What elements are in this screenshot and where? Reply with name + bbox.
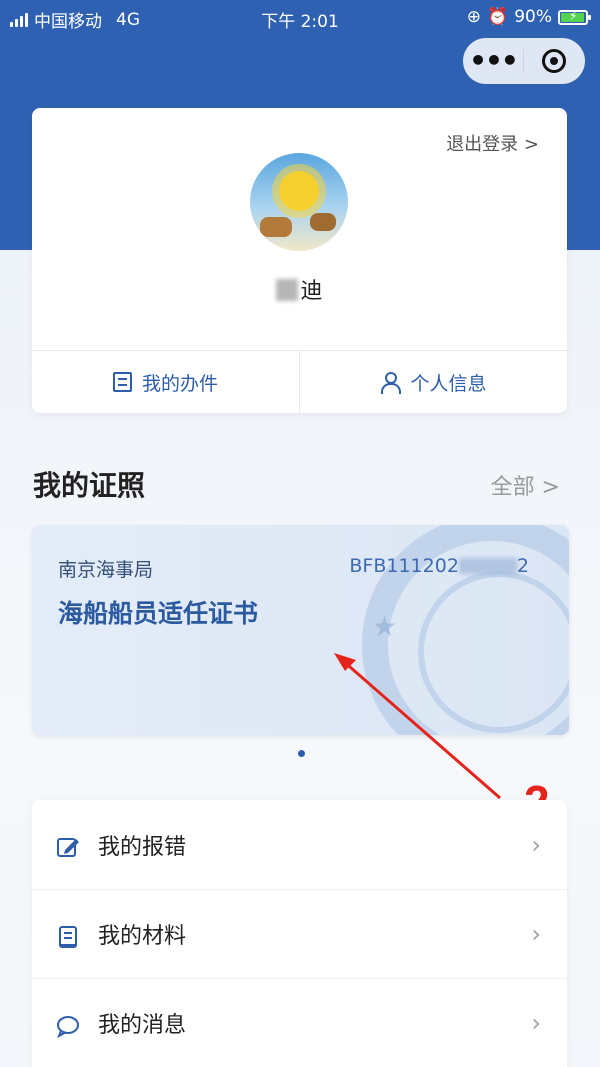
personal-info-label: 个人信息 bbox=[410, 372, 487, 395]
close-miniprogram-button[interactable] bbox=[524, 49, 584, 73]
chevron-right-icon: › bbox=[531, 920, 541, 948]
book-icon bbox=[59, 926, 77, 948]
my-cases-label: 我的办件 bbox=[141, 372, 218, 395]
personal-info-button[interactable]: 个人信息 bbox=[299, 351, 567, 413]
more-menu-button[interactable]: ••• bbox=[463, 41, 523, 81]
menu-item-my-materials[interactable]: 我的材料 › bbox=[32, 889, 567, 978]
star-icon: ★ bbox=[372, 610, 398, 643]
miniprogram-capsule: ••• bbox=[463, 38, 585, 84]
license-number-tail: 2 bbox=[516, 555, 529, 577]
battery-percent: 90% bbox=[514, 7, 552, 27]
license-issuer: 南京海事局 bbox=[58, 559, 154, 581]
carousel-dot bbox=[298, 750, 305, 757]
chevron-right-icon: › bbox=[531, 1009, 541, 1037]
avatar[interactable] bbox=[250, 153, 348, 251]
orientation-lock-icon: ⊕ bbox=[466, 7, 482, 27]
profile-card: 退出登录 > 迪 我的办件 个人信息 bbox=[32, 108, 567, 413]
logout-link[interactable]: 退出登录 > bbox=[446, 130, 539, 156]
license-name: 海船船员适任证书 bbox=[58, 599, 259, 628]
status-bar: 中国移动 4G 下午 2:01 ⊕ ⏰ 90% ⚡ bbox=[0, 0, 600, 34]
menu-label: 我的材料 bbox=[98, 924, 187, 949]
view-all-link[interactable]: 全部 > bbox=[491, 469, 560, 501]
username-redaction bbox=[276, 279, 299, 301]
status-right: ⊕ ⏰ 90% ⚡ bbox=[466, 7, 591, 27]
chevron-right-icon: › bbox=[531, 830, 541, 859]
edit-icon bbox=[57, 838, 79, 857]
my-cases-button[interactable]: 我的办件 bbox=[32, 351, 299, 413]
menu-label: 我的报错 bbox=[98, 834, 187, 860]
license-number-prefix: BFB111202 bbox=[349, 555, 459, 577]
username: 迪 bbox=[32, 273, 567, 305]
license-card[interactable]: ★ 南京海事局 BFB111202 2 海船船员适任证书 bbox=[32, 525, 569, 735]
menu-label: 我的消息 bbox=[98, 1013, 187, 1038]
username-text: 迪 bbox=[300, 279, 323, 304]
chat-icon bbox=[57, 1016, 79, 1038]
section-title-licenses: 我的证照 bbox=[33, 469, 146, 502]
menu-item-my-error-reports[interactable]: 我的报错 › bbox=[32, 800, 567, 889]
battery-icon: ⚡ bbox=[558, 9, 591, 25]
target-icon bbox=[542, 49, 566, 73]
license-number: BFB111202 2 bbox=[349, 555, 529, 577]
alarm-icon: ⏰ bbox=[487, 7, 509, 27]
menu-item-my-messages[interactable]: 我的消息 › bbox=[32, 978, 567, 1067]
user-icon bbox=[380, 372, 402, 394]
license-number-redaction bbox=[458, 558, 517, 574]
menu-list: 我的报错 › 我的材料 › 我的消息 › bbox=[32, 800, 567, 1067]
profile-actions: 我的办件 个人信息 bbox=[32, 350, 567, 413]
document-list-icon bbox=[112, 372, 132, 392]
